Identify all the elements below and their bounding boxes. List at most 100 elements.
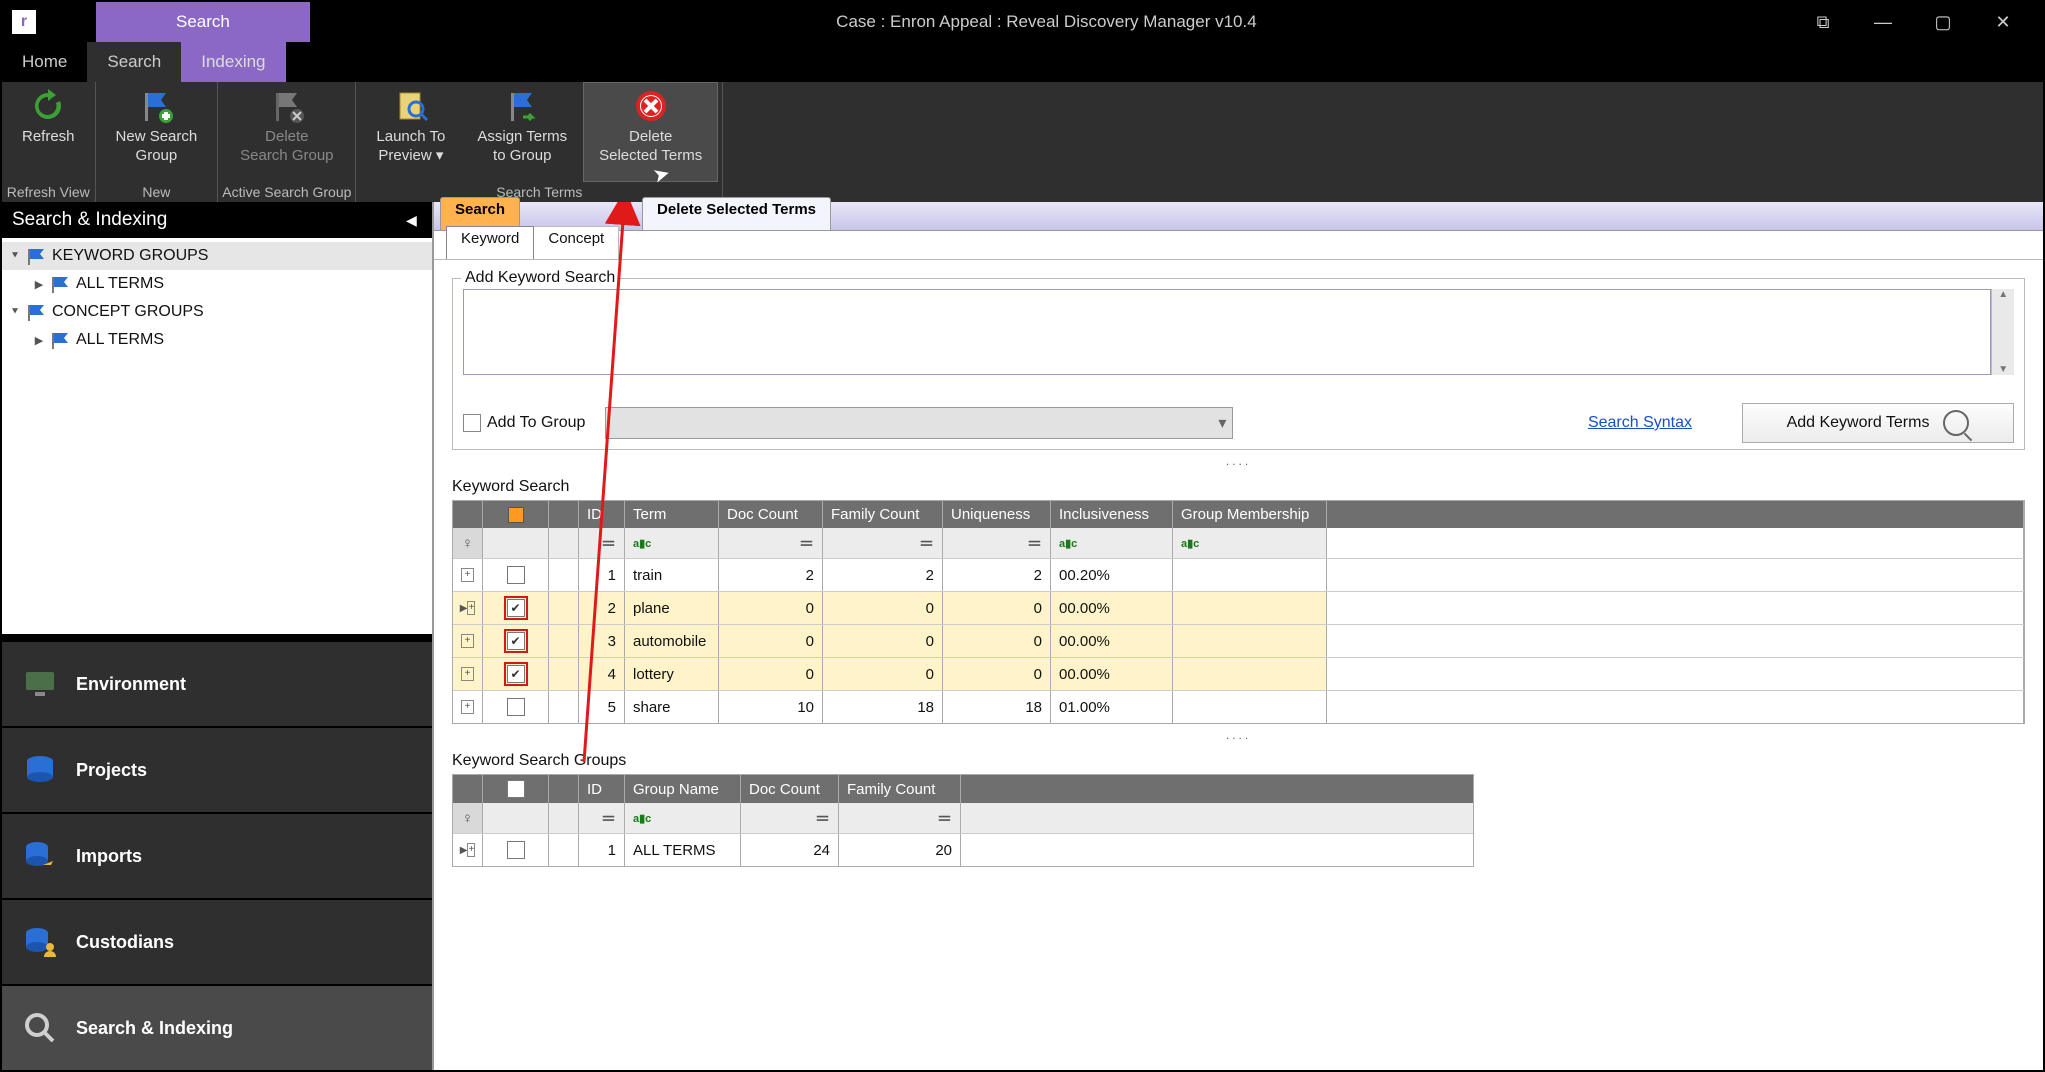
filter-row[interactable]: ♀ ＝ a▮c ＝ ＝	[453, 803, 1473, 833]
tree-keyword-all-terms[interactable]: ▶ ALL TERMS	[2, 270, 432, 298]
subtab-keyword[interactable]: Keyword	[446, 226, 534, 259]
filter-icon: ♀	[453, 803, 483, 833]
tree-expand-icon[interactable]: ▶	[32, 278, 46, 291]
cell-doc-count: 0	[719, 658, 823, 690]
row-expand-icon[interactable]: +	[461, 568, 474, 582]
subtab-concept[interactable]: Concept	[533, 226, 619, 259]
col-family-count[interactable]: Family Count	[839, 775, 961, 803]
col-group-membership[interactable]: Group Membership	[1173, 501, 1327, 528]
cell-inclusiveness: 00.00%	[1051, 592, 1173, 624]
tab-delete-selected-terms[interactable]: Delete Selected Terms	[642, 197, 831, 230]
cell-uniqueness: 0	[943, 658, 1051, 690]
menu-home[interactable]: Home	[2, 42, 87, 82]
table-row[interactable]: +1train22200.20%	[453, 558, 2024, 591]
col-uniqueness[interactable]: Uniqueness	[943, 501, 1051, 528]
window-restore-icon[interactable]: ⧉	[1813, 12, 1833, 32]
row-expand-icon[interactable]: +	[461, 634, 474, 648]
flag-x-disabled-icon	[269, 88, 305, 124]
cell-term: lottery	[625, 658, 719, 690]
menu-indexing[interactable]: Indexing	[181, 42, 285, 82]
cell-id: 2	[579, 592, 625, 624]
table-row[interactable]: +5share10181801.00%	[453, 690, 2024, 723]
sidebar-title: Search & Indexing	[12, 209, 167, 231]
col-select-all[interactable]	[483, 501, 549, 528]
cell-group-membership	[1173, 592, 1327, 624]
col-select-all[interactable]	[483, 775, 549, 803]
col-family-count[interactable]: Family Count	[823, 501, 943, 528]
window-maximize-icon[interactable]: ▢	[1933, 12, 1953, 32]
tree-collapse-icon[interactable]: ⯆	[8, 250, 22, 263]
tree-collapse-icon[interactable]: ⯆	[8, 306, 22, 319]
row-checkbox[interactable]	[507, 665, 525, 683]
database-arrow-icon	[22, 838, 58, 874]
cell-term: train	[625, 559, 719, 591]
table-row[interactable]: +3automobile00000.00%	[453, 624, 2024, 657]
ribbon-group-active: Active Search Group	[222, 182, 351, 200]
tree-keyword-groups[interactable]: ⯆ KEYWORD GROUPS	[2, 242, 432, 270]
ribbon-refresh-button[interactable]: Refresh	[6, 82, 91, 182]
database-person-icon	[22, 924, 58, 960]
table-row[interactable]: +1ALL TERMS2420	[453, 833, 1473, 866]
col-doc-count[interactable]: Doc Count	[719, 501, 823, 528]
row-checkbox[interactable]	[507, 566, 525, 584]
row-checkbox[interactable]	[507, 841, 525, 859]
ribbon-launch-to-preview-button[interactable]: Launch ToPreview ▾	[360, 82, 461, 182]
sidebar-nav: Environment Projects Imports Custodians …	[2, 640, 432, 1070]
database-icon	[22, 752, 58, 788]
nav-imports[interactable]: Imports	[2, 812, 432, 898]
add-to-group-checkbox[interactable]: Add To Group	[463, 414, 585, 432]
col-doc-count[interactable]: Doc Count	[741, 775, 839, 803]
group-select[interactable]: ▾	[605, 407, 1233, 439]
sidebar-collapse-icon[interactable]: ◀	[406, 212, 422, 228]
nav-search-indexing[interactable]: Search & Indexing	[2, 984, 432, 1070]
col-inclusiveness[interactable]: Inclusiveness	[1051, 501, 1173, 528]
flag-icon	[50, 276, 70, 292]
window-minimize-icon[interactable]: —	[1873, 12, 1893, 32]
nav-environment[interactable]: Environment	[2, 640, 432, 726]
row-expand-icon[interactable]: +	[461, 667, 474, 681]
titlebar-tab-search[interactable]: Search	[96, 2, 310, 42]
cell-family-count: 0	[823, 658, 943, 690]
nav-custodians[interactable]: Custodians	[2, 898, 432, 984]
add-keyword-search-section: Add Keyword Search ▲▼ Add To Group ▾ Sea…	[452, 278, 2025, 450]
col-group-name[interactable]: Group Name	[625, 775, 741, 803]
row-checkbox[interactable]	[507, 599, 525, 617]
keyword-search-textarea[interactable]	[463, 289, 1991, 375]
nav-projects[interactable]: Projects	[2, 726, 432, 812]
tree-concept-all-terms[interactable]: ▶ ALL TERMS	[2, 326, 432, 354]
search-syntax-link[interactable]: Search Syntax	[1588, 414, 1692, 432]
document-tabs: Search Delete Selected Terms	[434, 202, 2043, 231]
cell-group-membership	[1173, 658, 1327, 690]
col-id[interactable]: ID	[579, 775, 625, 803]
filter-row[interactable]: ♀ ＝ a▮c ＝ ＝ ＝ a▮c a▮c	[453, 528, 2024, 558]
cell-group-name: ALL TERMS	[625, 834, 741, 866]
filter-icon: ♀	[453, 528, 483, 558]
menu-search[interactable]: Search	[87, 42, 181, 82]
window-close-icon[interactable]: ✕	[1993, 12, 2013, 32]
splitter-icon[interactable]: ....	[434, 728, 2043, 744]
row-expand-icon[interactable]: +	[467, 843, 475, 857]
row-checkbox[interactable]	[507, 698, 525, 716]
cell-uniqueness: 2	[943, 559, 1051, 591]
cell-doc-count: 0	[719, 592, 823, 624]
add-keyword-search-legend: Add Keyword Search	[461, 269, 619, 287]
titlebar: r Search Case : Enron Appeal : Reveal Di…	[2, 2, 2043, 42]
add-keyword-terms-button[interactable]: Add Keyword Terms	[1742, 403, 2014, 443]
row-expand-icon[interactable]: +	[461, 700, 474, 714]
row-expand-icon[interactable]: +	[467, 601, 475, 615]
chevron-down-icon: ▾	[1218, 413, 1226, 433]
col-term[interactable]: Term	[625, 501, 719, 528]
ribbon-new-search-group-button[interactable]: New SearchGroup	[100, 82, 214, 182]
row-checkbox[interactable]	[507, 632, 525, 650]
cell-term: share	[625, 691, 719, 723]
main-area: Search Delete Selected Terms Keyword Con…	[434, 202, 2043, 1070]
tree-concept-groups[interactable]: ⯆ CONCEPT GROUPS	[2, 298, 432, 326]
ribbon-assign-terms-button[interactable]: Assign Termsto Group	[461, 82, 583, 182]
col-id[interactable]: ID	[579, 501, 625, 528]
table-row[interactable]: +4lottery00000.00%	[453, 657, 2024, 690]
splitter-icon[interactable]: ....	[434, 454, 2043, 470]
table-row[interactable]: +2plane00000.00%	[453, 591, 2024, 624]
tree-expand-icon[interactable]: ▶	[32, 334, 46, 347]
scrollbar[interactable]: ▲▼	[1991, 289, 2014, 375]
cell-family-count: 20	[839, 834, 961, 866]
